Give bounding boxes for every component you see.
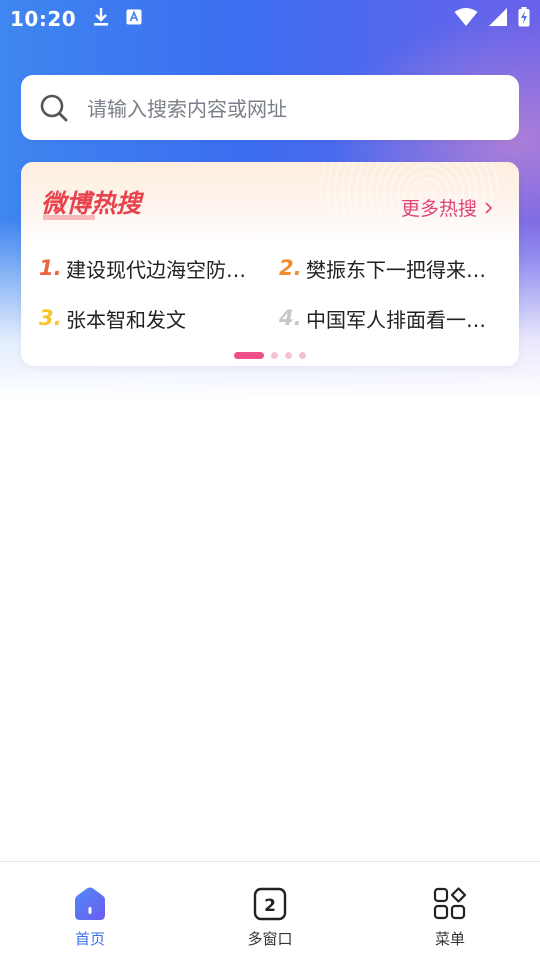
more-hot-search-link[interactable]: 更多热搜 [401,194,493,221]
nav-menu-label: 菜单 [434,930,465,948]
bottom-navigation-bar: 首页 2 多窗口 菜单 [0,861,540,960]
nav-home[interactable]: 首页 [0,862,180,960]
hot-item-2[interactable]: 2. 樊振东下一把得来… [279,252,495,284]
windows-icon: 2 [253,887,287,921]
home-icon [75,887,105,920]
status-time: 10:20 [10,7,77,31]
nav-multi-window[interactable]: 2 多窗口 [180,862,360,960]
hot-item-4[interactable]: 4. 中国军人排面看一… [279,302,495,334]
status-bar: 10:20 [0,0,540,38]
a-notification-icon [126,9,142,29]
wifi-icon [454,7,478,31]
battery-charging-icon [518,7,530,31]
hot-item-3[interactable]: 3. 张本智和发文 [39,302,255,334]
svg-text:2: 2 [264,896,276,916]
weibo-hot-search-card: 微博热搜 更多热搜 1. 建设现代边海空防… 2. 樊振东下一把得来… 3. 张… [21,162,519,366]
nav-home-label: 首页 [74,930,105,948]
more-hot-search-label: 更多热搜 [400,198,477,220]
search-input[interactable]: 请输入搜索内容或网址 [21,75,519,140]
hot-title: 建设现代边海空防… [66,257,246,282]
hot-rank: 4. [279,306,302,330]
download-icon [92,7,110,31]
menu-grid-icon [433,887,467,920]
page-dot[interactable] [285,351,292,359]
signal-icon [488,7,508,31]
hot-rank: 1. [39,256,62,280]
hot-item-1[interactable]: 1. 建设现代边海空防… [39,252,255,284]
page-dot[interactable] [271,351,278,359]
search-placeholder: 请输入搜索内容或网址 [87,97,287,121]
weibo-hot-search-logo: 微博热搜 [41,189,145,220]
hot-rank: 3. [39,306,62,330]
page-dot-active[interactable] [234,351,264,359]
nav-menu[interactable]: 菜单 [360,862,540,960]
nav-multi-window-label: 多窗口 [247,930,293,948]
browser-home-screen: 10:20 请输入搜索内容或网址 微博热搜 更多热搜 1. 建设现代边海空防… … [0,0,540,960]
search-icon [40,94,68,121]
hot-title: 张本智和发文 [66,307,186,332]
chevron-right-icon [485,201,493,214]
page-dot[interactable] [299,351,306,359]
hot-title: 中国军人排面看一… [306,307,486,332]
hot-title: 樊振东下一把得来… [306,257,486,282]
carousel-page-indicator [21,350,519,360]
svg-text:微博热搜: 微博热搜 [41,189,145,218]
hot-rank: 2. [279,256,302,280]
